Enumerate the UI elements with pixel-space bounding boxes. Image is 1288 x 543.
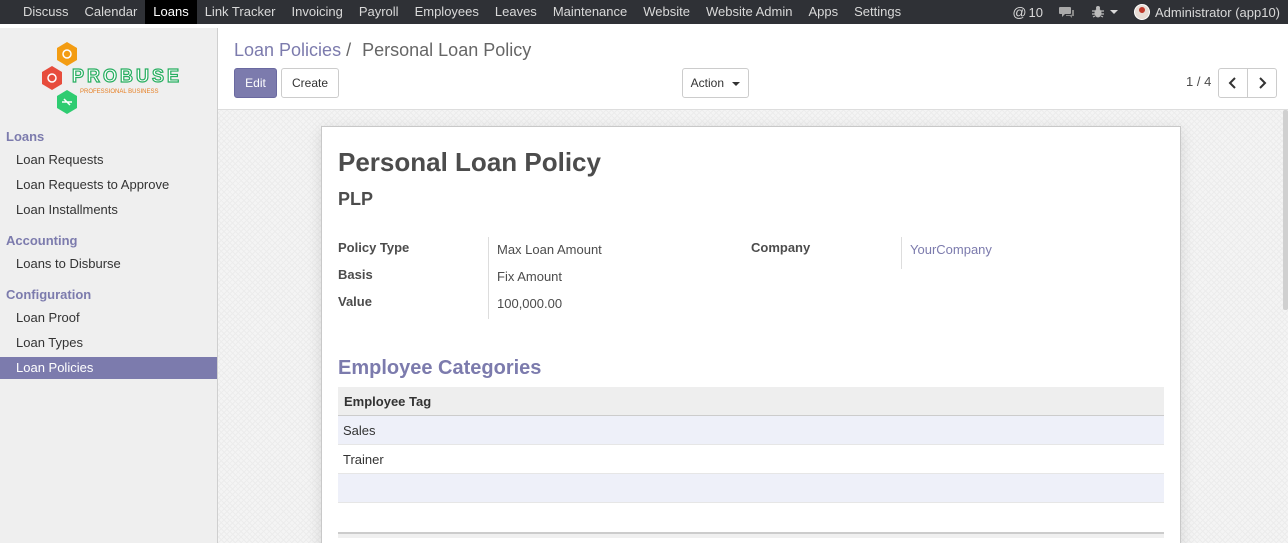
menu-calendar[interactable]: Calendar: [77, 0, 146, 24]
pager-next-button[interactable]: [1247, 68, 1277, 98]
menu-loans[interactable]: Loans: [145, 0, 197, 24]
systray: @ 10 Administrator (app10): [1004, 0, 1288, 24]
sidebar-item-loans-to-disburse[interactable]: Loans to Disburse: [0, 253, 217, 275]
user-name: Administrator (app10): [1155, 4, 1280, 20]
debug-button[interactable]: [1083, 0, 1126, 24]
table-row[interactable]: Trainer: [338, 445, 1164, 474]
breadcrumb-parent[interactable]: Loan Policies: [234, 40, 341, 60]
menu-invoicing[interactable]: Invoicing: [284, 0, 351, 24]
create-button[interactable]: Create: [281, 68, 339, 98]
logo-text: PROBUSE: [71, 65, 183, 86]
sidebar: PROBUSE PROFESSIONAL BUSINESS Loans Loan…: [0, 28, 218, 543]
menu-link-tracker[interactable]: Link Tracker: [197, 0, 284, 24]
menu-discuss[interactable]: Discuss: [15, 0, 77, 24]
at-icon: @: [1012, 4, 1027, 20]
basis-value: Fix Amount: [497, 269, 563, 284]
menu-website-admin[interactable]: Website Admin: [698, 0, 800, 24]
company-logo[interactable]: PROBUSE PROFESSIONAL BUSINESS: [40, 42, 180, 114]
menu-website[interactable]: Website: [635, 0, 698, 24]
policy-type-value: Max Loan Amount: [497, 242, 602, 257]
menu-employees[interactable]: Employees: [407, 0, 487, 24]
scrollbar[interactable]: [1283, 110, 1288, 310]
section-accounting: Accounting: [6, 233, 78, 248]
field-divider: [901, 237, 902, 269]
table-row-empty: [338, 474, 1164, 503]
menu-payroll[interactable]: Payroll: [351, 0, 407, 24]
field-divider: [488, 237, 489, 319]
form-sheet: Personal Loan Policy PLP Policy Type Bas…: [321, 126, 1181, 543]
app-menu: Discuss Calendar Loans Link Tracker Invo…: [0, 0, 909, 24]
section-loans: Loans: [6, 129, 45, 144]
sidebar-item-loan-installments[interactable]: Loan Installments: [0, 199, 217, 221]
chevron-right-icon: [1259, 77, 1267, 89]
sidebar-item-loan-proof[interactable]: Loan Proof: [0, 307, 217, 329]
record-code: PLP: [338, 189, 374, 209]
breadcrumb-separator: /: [346, 40, 352, 60]
value-label: Value: [338, 294, 372, 309]
user-menu[interactable]: Administrator (app10): [1126, 0, 1288, 24]
section-configuration: Configuration: [6, 287, 92, 302]
pager-previous-button[interactable]: [1218, 68, 1248, 98]
policy-type-label: Policy Type: [338, 240, 410, 255]
company-link[interactable]: YourCompany: [910, 242, 992, 257]
employee-categories-table: Employee Tag Sales Trainer: [338, 387, 1164, 538]
column-header-employee-tag[interactable]: Employee Tag: [338, 387, 1164, 416]
chevron-left-icon: [1228, 77, 1236, 89]
menu-leaves[interactable]: Leaves: [487, 0, 545, 24]
sidebar-item-loan-types[interactable]: Loan Types: [0, 332, 217, 354]
bug-icon: [1092, 6, 1104, 18]
table-row[interactable]: Sales: [338, 416, 1164, 445]
mentions-button[interactable]: @ 10: [1004, 0, 1051, 24]
breadcrumb-current: Personal Loan Policy: [362, 40, 532, 60]
menu-apps[interactable]: Apps: [800, 0, 846, 24]
form-view: Personal Loan Policy PLP Policy Type Bas…: [218, 109, 1288, 543]
pager-value[interactable]: 1 / 4: [1186, 74, 1211, 89]
sidebar-item-loan-requests[interactable]: Loan Requests: [0, 149, 217, 171]
chevron-down-icon: [732, 81, 741, 86]
employee-categories-title: Employee Categories: [338, 357, 542, 379]
basis-label: Basis: [338, 267, 373, 282]
chevron-down-icon: [1110, 10, 1118, 14]
chat-icon: [1059, 7, 1074, 18]
edit-button[interactable]: Edit: [234, 68, 277, 98]
record-title: Personal Loan Policy: [338, 147, 601, 177]
sidebar-item-loan-policies[interactable]: Loan Policies: [0, 357, 217, 379]
value-value: 100,000.00: [497, 296, 563, 311]
company-label: Company: [751, 240, 811, 255]
menu-maintenance[interactable]: Maintenance: [545, 0, 635, 24]
top-navbar: Discuss Calendar Loans Link Tracker Invo…: [0, 0, 1288, 24]
menu-settings[interactable]: Settings: [846, 0, 909, 24]
action-dropdown[interactable]: Action: [682, 68, 749, 98]
logo-subtext: PROFESSIONAL BUSINESS: [80, 89, 159, 95]
mentions-count: 10: [1028, 4, 1043, 20]
sidebar-item-loan-requests-to-approve[interactable]: Loan Requests to Approve: [0, 174, 217, 196]
breadcrumb: Loan Policies / Personal Loan Policy: [234, 40, 531, 61]
chat-button[interactable]: [1051, 0, 1083, 24]
avatar: [1134, 4, 1150, 20]
table-footer: [338, 532, 1164, 538]
action-label: Action: [690, 76, 724, 90]
